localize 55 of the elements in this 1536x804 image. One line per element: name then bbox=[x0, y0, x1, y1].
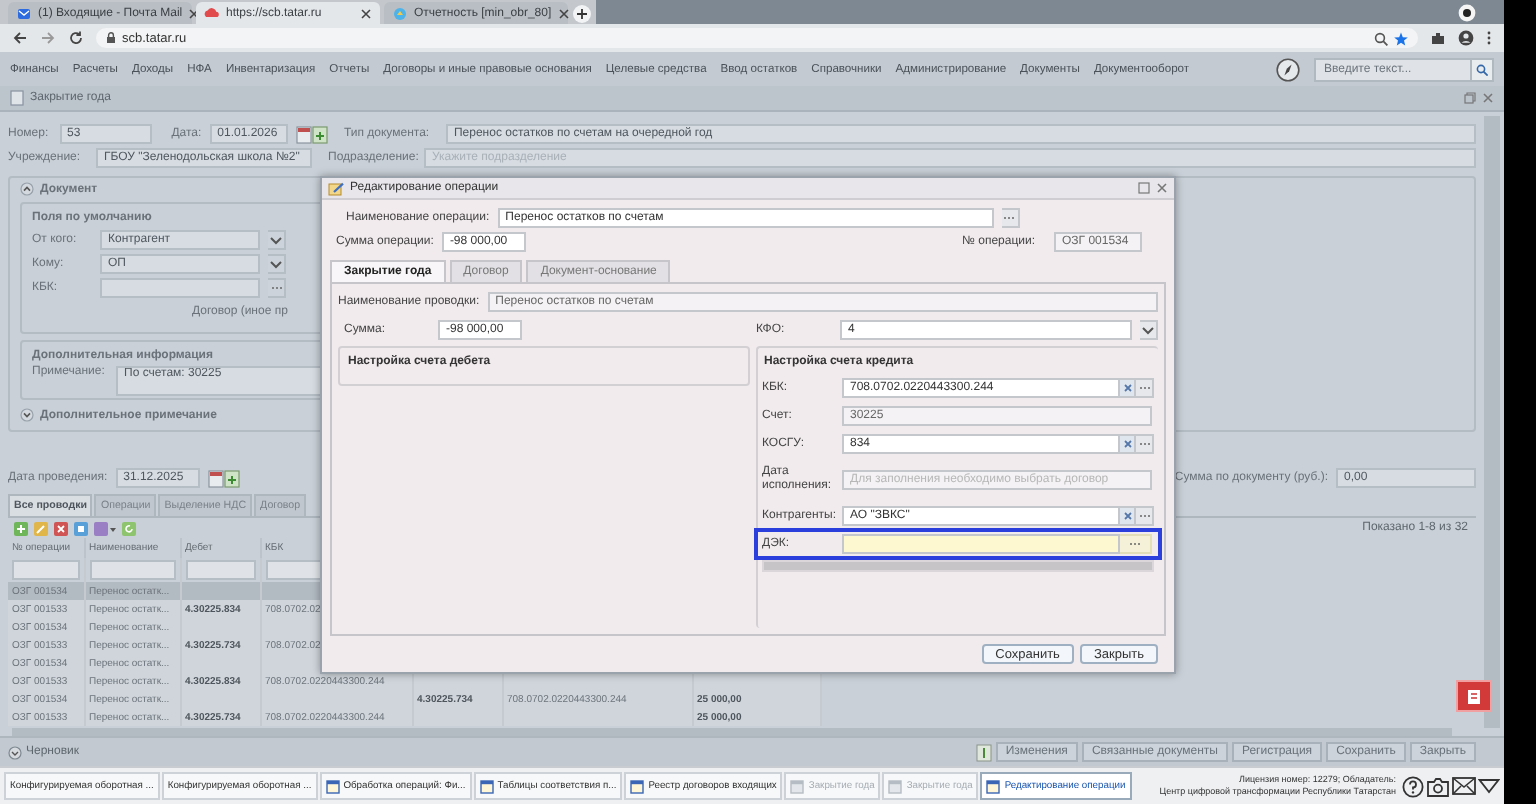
window-icon bbox=[888, 779, 903, 793]
tab-favicon-icon bbox=[16, 5, 32, 21]
close-icon[interactable] bbox=[557, 7, 570, 19]
collapse-icon[interactable] bbox=[1478, 778, 1500, 794]
close-icon[interactable] bbox=[360, 7, 372, 19]
window-icon bbox=[479, 779, 494, 793]
mail-icon[interactable] bbox=[1452, 776, 1476, 796]
document-icon bbox=[10, 90, 24, 106]
scrollbar[interactable] bbox=[1484, 116, 1500, 728]
clear-icon[interactable] bbox=[1121, 510, 1133, 522]
tab-favicon-icon bbox=[392, 5, 408, 21]
float-button[interactable] bbox=[1456, 680, 1492, 712]
lock-icon bbox=[106, 32, 116, 44]
document-icon bbox=[1465, 687, 1483, 705]
window-icon bbox=[630, 779, 645, 793]
filter-field[interactable] bbox=[89, 560, 175, 580]
new-tab-icon[interactable] bbox=[572, 4, 592, 24]
add-icon[interactable] bbox=[14, 521, 28, 535]
print-menu-icon[interactable] bbox=[94, 521, 116, 535]
help-icon[interactable] bbox=[1402, 775, 1424, 797]
compass-icon[interactable] bbox=[1276, 57, 1300, 81]
reload-icon[interactable] bbox=[68, 30, 84, 46]
profile-icon[interactable] bbox=[1458, 3, 1476, 21]
zoom-icon[interactable] bbox=[1374, 31, 1388, 45]
star-icon[interactable] bbox=[1394, 31, 1408, 45]
dropdown-icon[interactable] bbox=[1140, 322, 1156, 338]
maximize-icon[interactable] bbox=[1138, 182, 1150, 194]
restore-icon[interactable] bbox=[1464, 92, 1476, 104]
collapse-icon[interactable] bbox=[20, 182, 34, 196]
clear-icon[interactable] bbox=[1121, 438, 1133, 450]
filter-field[interactable] bbox=[12, 560, 79, 580]
delete-icon[interactable] bbox=[54, 521, 68, 535]
back-icon[interactable] bbox=[12, 30, 28, 46]
default-field[interactable] bbox=[100, 278, 260, 298]
expand-icon[interactable] bbox=[20, 408, 34, 422]
draft-icon bbox=[8, 745, 22, 759]
window-icon bbox=[325, 779, 340, 793]
filter-field[interactable] bbox=[185, 560, 255, 580]
camera-icon[interactable] bbox=[1426, 775, 1450, 797]
edit-window-icon bbox=[328, 181, 344, 195]
refresh-icon[interactable] bbox=[122, 521, 136, 535]
calendar-icon[interactable] bbox=[207, 469, 240, 487]
copy-icon[interactable] bbox=[74, 521, 88, 535]
window-icon bbox=[790, 779, 805, 793]
forward-icon[interactable] bbox=[40, 30, 56, 46]
tab-favicon-icon bbox=[204, 5, 220, 21]
search-icon[interactable] bbox=[1476, 63, 1488, 75]
close-icon[interactable] bbox=[1156, 182, 1168, 194]
calendar-icon[interactable] bbox=[295, 125, 328, 143]
extensions-icon[interactable] bbox=[1430, 30, 1446, 46]
credit-field[interactable] bbox=[842, 534, 1120, 554]
more-icon[interactable] bbox=[1486, 30, 1492, 46]
window-icon bbox=[986, 779, 1001, 793]
clear-icon[interactable] bbox=[1121, 382, 1133, 394]
account-icon[interactable] bbox=[1458, 30, 1474, 46]
